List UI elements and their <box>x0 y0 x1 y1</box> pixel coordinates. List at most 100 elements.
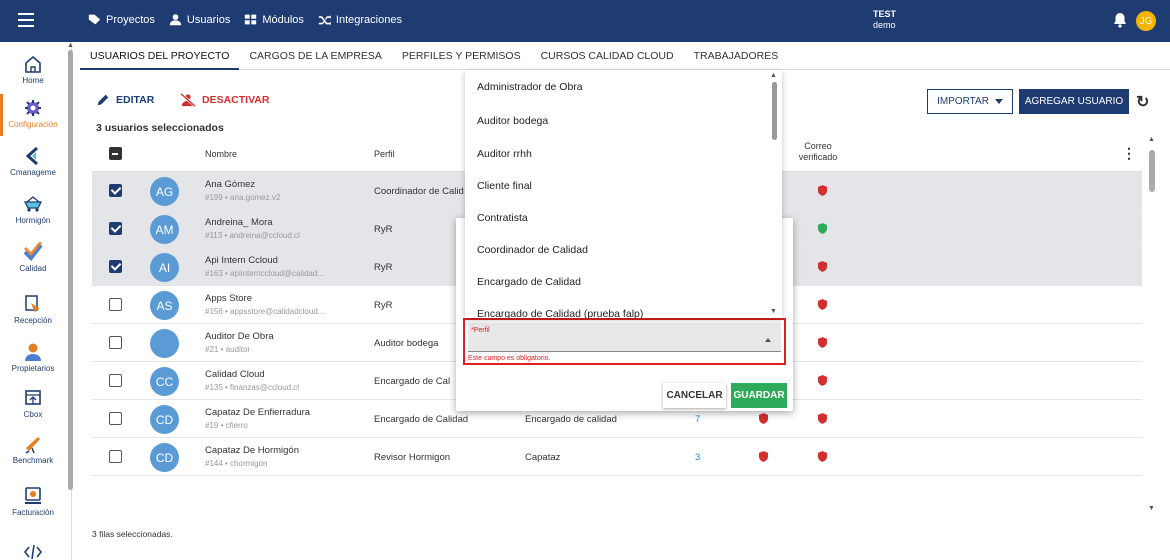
dropdown-option[interactable]: Encargado de Calidad (prueba falp) <box>477 308 643 318</box>
unverified-shield-icon <box>818 451 827 462</box>
nav-usuarios[interactable]: Usuarios <box>165 13 234 26</box>
row-checkbox[interactable] <box>109 298 122 311</box>
sidebar-label: Propietarios <box>11 364 55 373</box>
tab-cargos-empresa[interactable]: CARGOS DE LA EMPRESA <box>239 42 391 70</box>
tab-usuarios-proyecto[interactable]: USUARIOS DEL PROYECTO <box>80 42 240 70</box>
tab-cursos-calidad[interactable]: CURSOS CALIDAD CLOUD <box>531 42 684 70</box>
user-count-link[interactable]: 7 <box>695 414 700 425</box>
add-user-button[interactable]: AGREGAR USUARIO <box>1019 89 1129 114</box>
sidebar-item-configuracion[interactable]: Configuración <box>0 94 66 136</box>
email-verified-shield <box>818 299 827 313</box>
import-button[interactable]: IMPORTAR <box>927 89 1013 114</box>
sidebar-scrollbar[interactable] <box>68 50 73 490</box>
bell-icon[interactable] <box>1112 12 1128 28</box>
nav-proyectos[interactable]: Proyectos <box>84 13 159 26</box>
reception-icon <box>25 295 40 313</box>
user-charge: Encargado de calidad <box>525 414 617 425</box>
header-verified[interactable]: Correo verificado <box>793 141 843 163</box>
sidebar-scroll-up-icon[interactable]: ▲ <box>67 42 74 49</box>
top-bar: Proyectos Usuarios Módulos Integraciones… <box>0 0 1170 42</box>
row-checkbox[interactable] <box>109 450 122 463</box>
table-scrollbar[interactable] <box>1149 150 1155 192</box>
dropdown-option[interactable]: Administrador de Obra <box>477 81 583 93</box>
dropdown-option[interactable]: Encargado de Calidad <box>477 276 581 288</box>
sidebar-item-recepcion[interactable]: Recepción <box>0 294 66 325</box>
sidebar-item-facturacion[interactable]: Facturación <box>0 486 66 517</box>
row-checkbox[interactable] <box>109 374 122 387</box>
user-avatar[interactable]: JG <box>1136 11 1156 31</box>
user-id-login: #135 • finanzas@ccloud.cl <box>205 383 300 392</box>
nav-integraciones[interactable]: Integraciones <box>314 13 406 26</box>
deactivate-button[interactable]: DESACTIVAR <box>180 93 269 107</box>
row-checkbox[interactable] <box>109 184 122 197</box>
avatar-initials: AS <box>156 298 173 313</box>
unverified-shield-icon <box>818 413 827 424</box>
user-name: Capataz De Hormigón <box>205 445 299 456</box>
header-name[interactable]: Nombre <box>205 149 237 159</box>
sidebar-item-code[interactable] <box>0 542 66 560</box>
avatar: CD <box>150 405 179 434</box>
select-all-checkbox[interactable] <box>109 147 122 160</box>
user-icon <box>169 14 182 26</box>
sidebar-item-cbox[interactable]: Cbox <box>0 388 66 419</box>
check-quality-icon <box>23 242 43 262</box>
sidebar-item-hormigon[interactable]: Hormigón <box>0 194 66 225</box>
avatar: AI <box>150 253 179 282</box>
profile-select-label: *Perfil <box>471 327 490 334</box>
sidebar-label: Home <box>22 76 44 85</box>
sidebar-item-cmanageme[interactable]: Cmanageme <box>0 146 66 177</box>
dropdown-scrollbar[interactable] <box>772 82 777 140</box>
dropdown-option[interactable]: Auditor rrhh <box>477 148 532 160</box>
user-id-login: #19 • cfierro <box>205 421 248 430</box>
avatar: AS <box>150 291 179 320</box>
scroll-down-icon[interactable]: ▼ <box>1148 505 1155 512</box>
sidebar-item-calidad[interactable]: Calidad <box>0 242 66 273</box>
save-button[interactable]: GUARDAR <box>731 383 787 408</box>
row-checkbox[interactable] <box>109 260 122 273</box>
shuffle-icon <box>318 14 331 26</box>
hamburger-menu-icon[interactable] <box>18 13 34 27</box>
dropdown-option[interactable]: Coordinador de Calidad <box>477 244 588 256</box>
profile-select[interactable]: *Perfil <box>468 323 781 352</box>
scroll-up-icon[interactable]: ▲ <box>1148 136 1155 143</box>
avatar <box>150 329 179 358</box>
dropdown-option[interactable]: Auditor bodega <box>477 115 548 127</box>
status-shield <box>759 451 768 465</box>
sidebar: ▲ Home Configuración Cmanageme Hormigón … <box>0 42 74 560</box>
user-profile: Encargado de Cal <box>374 376 451 387</box>
cancel-button[interactable]: CANCELAR <box>663 383 726 408</box>
dropdown-option[interactable]: Cliente final <box>477 180 532 192</box>
avatar: CD <box>150 443 179 472</box>
user-profile: Auditor bodega <box>374 338 439 349</box>
header-profile[interactable]: Perfil <box>374 149 395 159</box>
sidebar-item-home[interactable]: Home <box>0 54 66 85</box>
row-checkbox[interactable] <box>109 412 122 425</box>
sidebar-item-benchmark[interactable]: Benchmark <box>0 434 66 465</box>
email-verified-shield <box>818 337 827 351</box>
row-checkbox[interactable] <box>109 336 122 349</box>
dropdown-scroll-down-icon[interactable]: ▼ <box>770 308 777 315</box>
table-row[interactable]: CD Capataz De Hormigón #144 • chormigon Rev… <box>92 438 1142 476</box>
more-options-icon[interactable]: ⋮ <box>1122 145 1136 162</box>
row-checkbox[interactable] <box>109 222 122 235</box>
tab-perfiles-permisos[interactable]: PERFILES Y PERMISOS <box>392 42 531 70</box>
telescope-icon <box>25 437 40 454</box>
user-profile: RyR <box>374 300 393 311</box>
nav-label: Usuarios <box>186 13 231 26</box>
concrete-mixer-icon <box>23 196 43 212</box>
org-selector[interactable]: TEST demo <box>873 9 896 31</box>
sidebar-label: Cmanageme <box>10 168 56 177</box>
sidebar-item-propietarios[interactable]: Propietarios <box>0 342 66 373</box>
dropdown-option[interactable]: Contratista <box>477 212 528 224</box>
top-nav: Proyectos Usuarios Módulos Integraciones <box>84 13 406 26</box>
user-id-login: #113 • andreina@ccloud.cl <box>205 231 300 240</box>
tab-trabajadores[interactable]: TRABAJADORES <box>684 42 789 70</box>
edit-button[interactable]: EDITAR <box>96 93 154 107</box>
refresh-icon[interactable]: ↻ <box>1136 92 1149 112</box>
nav-modulos[interactable]: Módulos <box>240 13 308 26</box>
unverified-shield-icon <box>818 375 827 386</box>
org-name: TEST <box>873 9 897 19</box>
user-count-link[interactable]: 3 <box>695 452 700 463</box>
dropdown-scroll-up-icon[interactable]: ▲ <box>770 72 777 79</box>
user-profile: Revisor Hormigon <box>374 452 451 463</box>
